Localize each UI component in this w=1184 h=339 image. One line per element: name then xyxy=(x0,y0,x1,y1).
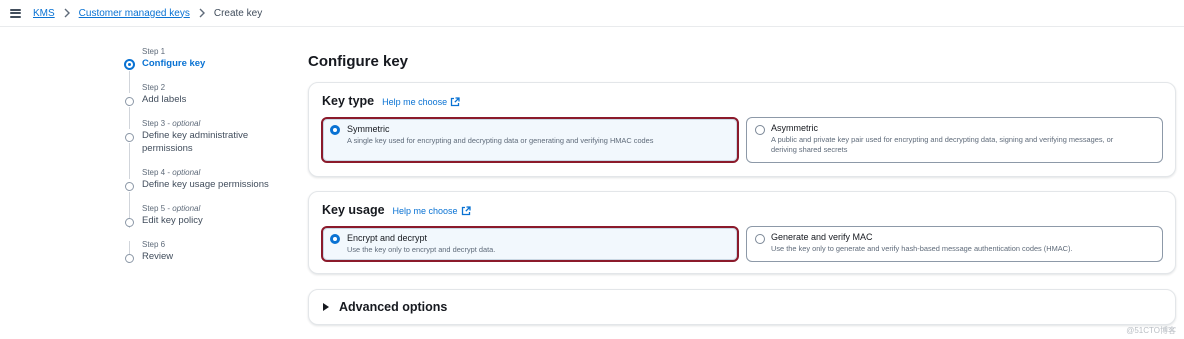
step-6[interactable]: Step 6 Review xyxy=(124,240,173,263)
step-3[interactable]: Step 3 - optional Define key administrat… xyxy=(124,119,284,155)
step-number-text: Step 4 - xyxy=(142,168,173,177)
top-navigation-bar: KMS Customer managed keys Create key xyxy=(0,0,1184,27)
generate-verify-mac-option[interactable]: Generate and verify MAC Use the key only… xyxy=(746,226,1163,262)
step-title: Review xyxy=(142,251,174,262)
radio-selected[interactable] xyxy=(330,125,340,135)
page-title: Configure key xyxy=(308,53,409,70)
step-5[interactable]: Step 5 - optional Edit key policy xyxy=(124,204,203,227)
step-number: Step 1 xyxy=(142,47,166,56)
key-type-header: Key type Help me choose xyxy=(322,94,460,108)
radio-unselected[interactable] xyxy=(755,125,765,135)
step-indicator xyxy=(125,182,134,191)
option-description: Use the key only to generate and verify … xyxy=(771,244,1073,253)
asymmetric-option[interactable]: Asymmetric A public and private key pair… xyxy=(746,117,1163,163)
optional-label: optional xyxy=(172,204,201,213)
key-usage-panel: Key usage Help me choose Encrypt and dec… xyxy=(308,191,1176,274)
key-usage-title: Key usage xyxy=(322,203,385,217)
help-link-text: Help me choose xyxy=(382,97,448,107)
option-description-line2: deriving shared secrets xyxy=(771,145,848,154)
step-title: Add labels xyxy=(142,94,187,105)
breadcrumb-customer-managed-keys-link[interactable]: Customer managed keys xyxy=(79,8,190,19)
key-type-help-link[interactable]: Help me choose xyxy=(382,97,460,107)
caret-right-icon xyxy=(323,303,329,311)
step-indicator xyxy=(125,133,134,142)
step-title: Edit key policy xyxy=(142,215,203,226)
step-indicator xyxy=(125,218,134,227)
radio-unselected[interactable] xyxy=(755,234,765,244)
step-1[interactable]: Step 1 Configure key xyxy=(124,47,205,70)
encrypt-decrypt-option[interactable]: Encrypt and decrypt Use the key only to … xyxy=(321,226,739,262)
breadcrumb-kms-link[interactable]: KMS xyxy=(33,8,55,19)
step-current-indicator xyxy=(124,59,135,70)
step-number-text: Step 3 - xyxy=(142,119,173,128)
external-link-icon xyxy=(461,206,471,216)
option-description: A single key used for encrypting and dec… xyxy=(347,136,654,145)
step-2[interactable]: Step 2 Add labels xyxy=(124,83,186,106)
step-title-line1: Define key administrative xyxy=(142,130,249,141)
step-number: Step 5 - optional xyxy=(142,204,203,214)
step-title-line2: permissions xyxy=(142,143,193,154)
watermark: @51CTO博客 xyxy=(1126,326,1176,335)
advanced-options-toggle[interactable]: Advanced options xyxy=(323,300,447,314)
radio-selected[interactable] xyxy=(330,234,340,244)
advanced-options-panel: Advanced options xyxy=(308,289,1176,325)
step-title: Configure key xyxy=(142,58,206,69)
step-number-text: Step 5 - xyxy=(142,204,173,213)
key-usage-header: Key usage Help me choose xyxy=(322,203,471,217)
symmetric-option[interactable]: Symmetric A single key used for encrypti… xyxy=(321,117,739,163)
optional-label: optional xyxy=(172,168,201,177)
option-label: Symmetric xyxy=(347,124,390,134)
menu-icon[interactable] xyxy=(10,8,21,18)
step-number: Step 3 - optional xyxy=(142,119,284,129)
advanced-options-label: Advanced options xyxy=(339,300,448,314)
chevron-right-icon xyxy=(61,7,73,19)
step-4[interactable]: Step 4 - optional Define key usage permi… xyxy=(124,168,284,191)
step-number: Step 2 xyxy=(142,83,166,92)
option-label: Encrypt and decrypt xyxy=(347,233,428,243)
option-description: Use the key only to encrypt and decrypt … xyxy=(347,245,496,254)
step-indicator xyxy=(125,254,134,263)
step-indicator xyxy=(125,97,134,106)
option-label: Asymmetric xyxy=(771,123,818,133)
chevron-right-icon xyxy=(196,7,208,19)
option-label: Generate and verify MAC xyxy=(771,232,873,242)
key-type-panel: Key type Help me choose Symmetric A sing… xyxy=(308,82,1176,177)
external-link-icon xyxy=(451,97,460,107)
key-type-title: Key type xyxy=(322,94,375,108)
step-number: Step 6 xyxy=(142,240,166,249)
optional-label: optional xyxy=(172,119,201,128)
key-usage-help-link[interactable]: Help me choose xyxy=(393,206,471,216)
step-number: Step 4 - optional xyxy=(142,168,284,178)
option-description-line1: A public and private key pair used for e… xyxy=(771,135,1114,144)
step-title: Define key usage permissions xyxy=(142,179,269,190)
help-link-text: Help me choose xyxy=(392,206,458,216)
breadcrumb-current: Create key xyxy=(213,7,263,19)
